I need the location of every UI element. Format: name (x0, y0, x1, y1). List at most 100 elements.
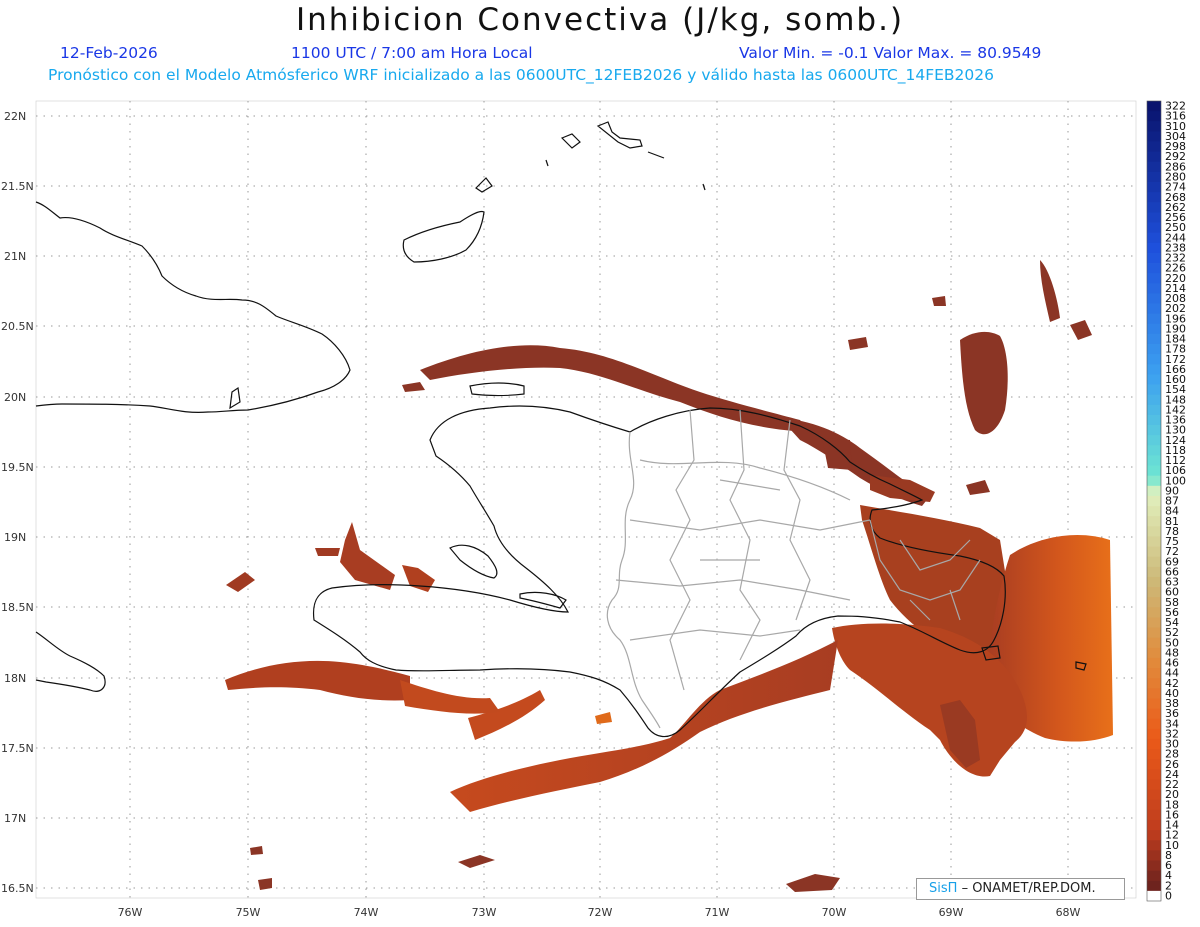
colorbar-swatch (1147, 506, 1161, 517)
lon-label: 71W (705, 906, 730, 919)
cin-patch (458, 855, 495, 868)
cin-shading (225, 260, 1113, 892)
cin-patch (595, 712, 612, 724)
colorbar-swatch (1147, 708, 1161, 720)
colorbar-swatch (1147, 738, 1161, 750)
colorbar-swatch (1147, 607, 1161, 618)
cin-patch (966, 480, 990, 495)
colorbar-swatch (1147, 556, 1161, 568)
colorbar-swatch (1147, 222, 1161, 234)
cin-patch (402, 382, 425, 392)
latitude-labels: 22N 21.5N 21N 20.5N 20N 19.5N 19N 18.5N … (1, 110, 34, 895)
colorbar-swatch (1147, 789, 1161, 801)
map-figure: 22N 21.5N 21N 20.5N 20N 19.5N 19N 18.5N … (1, 100, 1186, 919)
cin-patch (402, 565, 435, 592)
coastline-islet (229, 386, 241, 410)
colorbar-swatch (1147, 141, 1161, 153)
credit-brand: SisΠ (929, 881, 958, 896)
coastline-tortuga (469, 382, 525, 397)
colorbar-swatch (1147, 111, 1161, 122)
cin-patch (226, 572, 255, 592)
colorbar-swatch (1147, 455, 1161, 466)
colorbar-swatch (1147, 485, 1161, 497)
cin-patch (1070, 320, 1092, 340)
colorbar-swatch (1147, 131, 1161, 142)
cin-patch (340, 522, 395, 590)
coastline-islet (596, 121, 643, 149)
colorbar-swatch (1147, 283, 1161, 294)
cin-patch (1040, 260, 1060, 322)
colorbar-swatch (1147, 637, 1161, 649)
lat-label: 21N (4, 250, 26, 263)
colorbar-swatch (1147, 647, 1161, 659)
colorbar-swatch (1147, 252, 1161, 264)
lon-label: 72W (588, 906, 613, 919)
colorbar-swatch (1147, 242, 1161, 254)
cin-patch (468, 690, 545, 740)
colorbar-swatch (1147, 465, 1161, 477)
colorbar: 3223163103042982922862802742682622562502… (1146, 100, 1186, 902)
colorbar-swatch (1147, 698, 1161, 709)
colorbar-swatch (1147, 303, 1161, 315)
colorbar-swatch (1147, 860, 1161, 872)
cin-patch (822, 438, 852, 470)
cin-south-band (450, 640, 838, 812)
colorbar-swatch (1147, 627, 1161, 639)
colorbar-swatch (1147, 830, 1161, 841)
coastline-islet (560, 133, 581, 149)
coastline-jamaica (35, 631, 106, 692)
cin-patch (315, 548, 340, 556)
colorbar-swatch (1147, 435, 1161, 446)
colorbar-swatch (1147, 394, 1161, 406)
colorbar-swatch (1147, 374, 1161, 385)
cin-patch (932, 296, 946, 306)
coastline-islet (702, 183, 706, 191)
colorbar-swatch (1147, 151, 1161, 163)
colorbar-swatch (1147, 212, 1161, 223)
colorbar-swatch (1147, 313, 1161, 325)
colorbar-label: 0 (1165, 889, 1172, 902)
colorbar-swatch (1147, 688, 1161, 699)
lat-label: 20N (4, 391, 26, 404)
lon-label: 69W (939, 906, 964, 919)
colorbar-swatch (1147, 364, 1161, 375)
colorbar-swatch (1147, 384, 1161, 396)
colorbar-swatch (1147, 597, 1161, 608)
colorbar-swatch (1147, 678, 1161, 689)
colorbar-swatch (1147, 171, 1161, 183)
lat-label: 18.5N (1, 601, 34, 614)
colorbar-swatch (1147, 718, 1161, 730)
coastline-cuba (35, 201, 351, 413)
colorbar-swatch (1147, 840, 1161, 851)
colorbar-swatch (1147, 546, 1161, 558)
lat-label: 17N (4, 812, 26, 825)
colorbar-swatch (1147, 759, 1161, 770)
colorbar-swatch (1147, 192, 1161, 203)
colorbar-swatch (1147, 728, 1161, 740)
cin-turks-caicos (960, 331, 1008, 435)
colorbar-swatch (1147, 445, 1161, 456)
colorbar-swatch (1147, 293, 1161, 304)
colorbar-swatch (1147, 333, 1161, 345)
colorbar-swatch (1147, 769, 1161, 780)
colorbar-swatch (1147, 566, 1161, 578)
colorbar-swatch (1147, 850, 1161, 861)
colorbar-swatch (1147, 516, 1161, 527)
colorbar-swatch (1147, 425, 1161, 436)
colorbar-swatch (1147, 576, 1161, 588)
colorbar-swatch (1147, 475, 1161, 487)
lat-label: 20.5N (1, 320, 34, 333)
colorbar-swatch (1147, 404, 1161, 416)
lat-label: 22N (4, 110, 26, 123)
lat-label: 18N (4, 672, 26, 685)
cin-patch (786, 874, 840, 892)
colorbar-swatch (1147, 890, 1161, 902)
colorbar-swatch (1147, 121, 1161, 132)
longitude-labels: 76W 75W 74W 73W 72W 71W 70W 69W 68W (118, 906, 1081, 919)
credit-box: SisΠ – ONAMET/REP.DOM. (916, 878, 1125, 900)
lat-label: 17.5N (1, 742, 34, 755)
coastline-islet (545, 159, 549, 167)
colorbar-swatch (1147, 202, 1161, 213)
lon-label: 75W (236, 906, 261, 919)
colorbar-swatch (1147, 779, 1161, 791)
